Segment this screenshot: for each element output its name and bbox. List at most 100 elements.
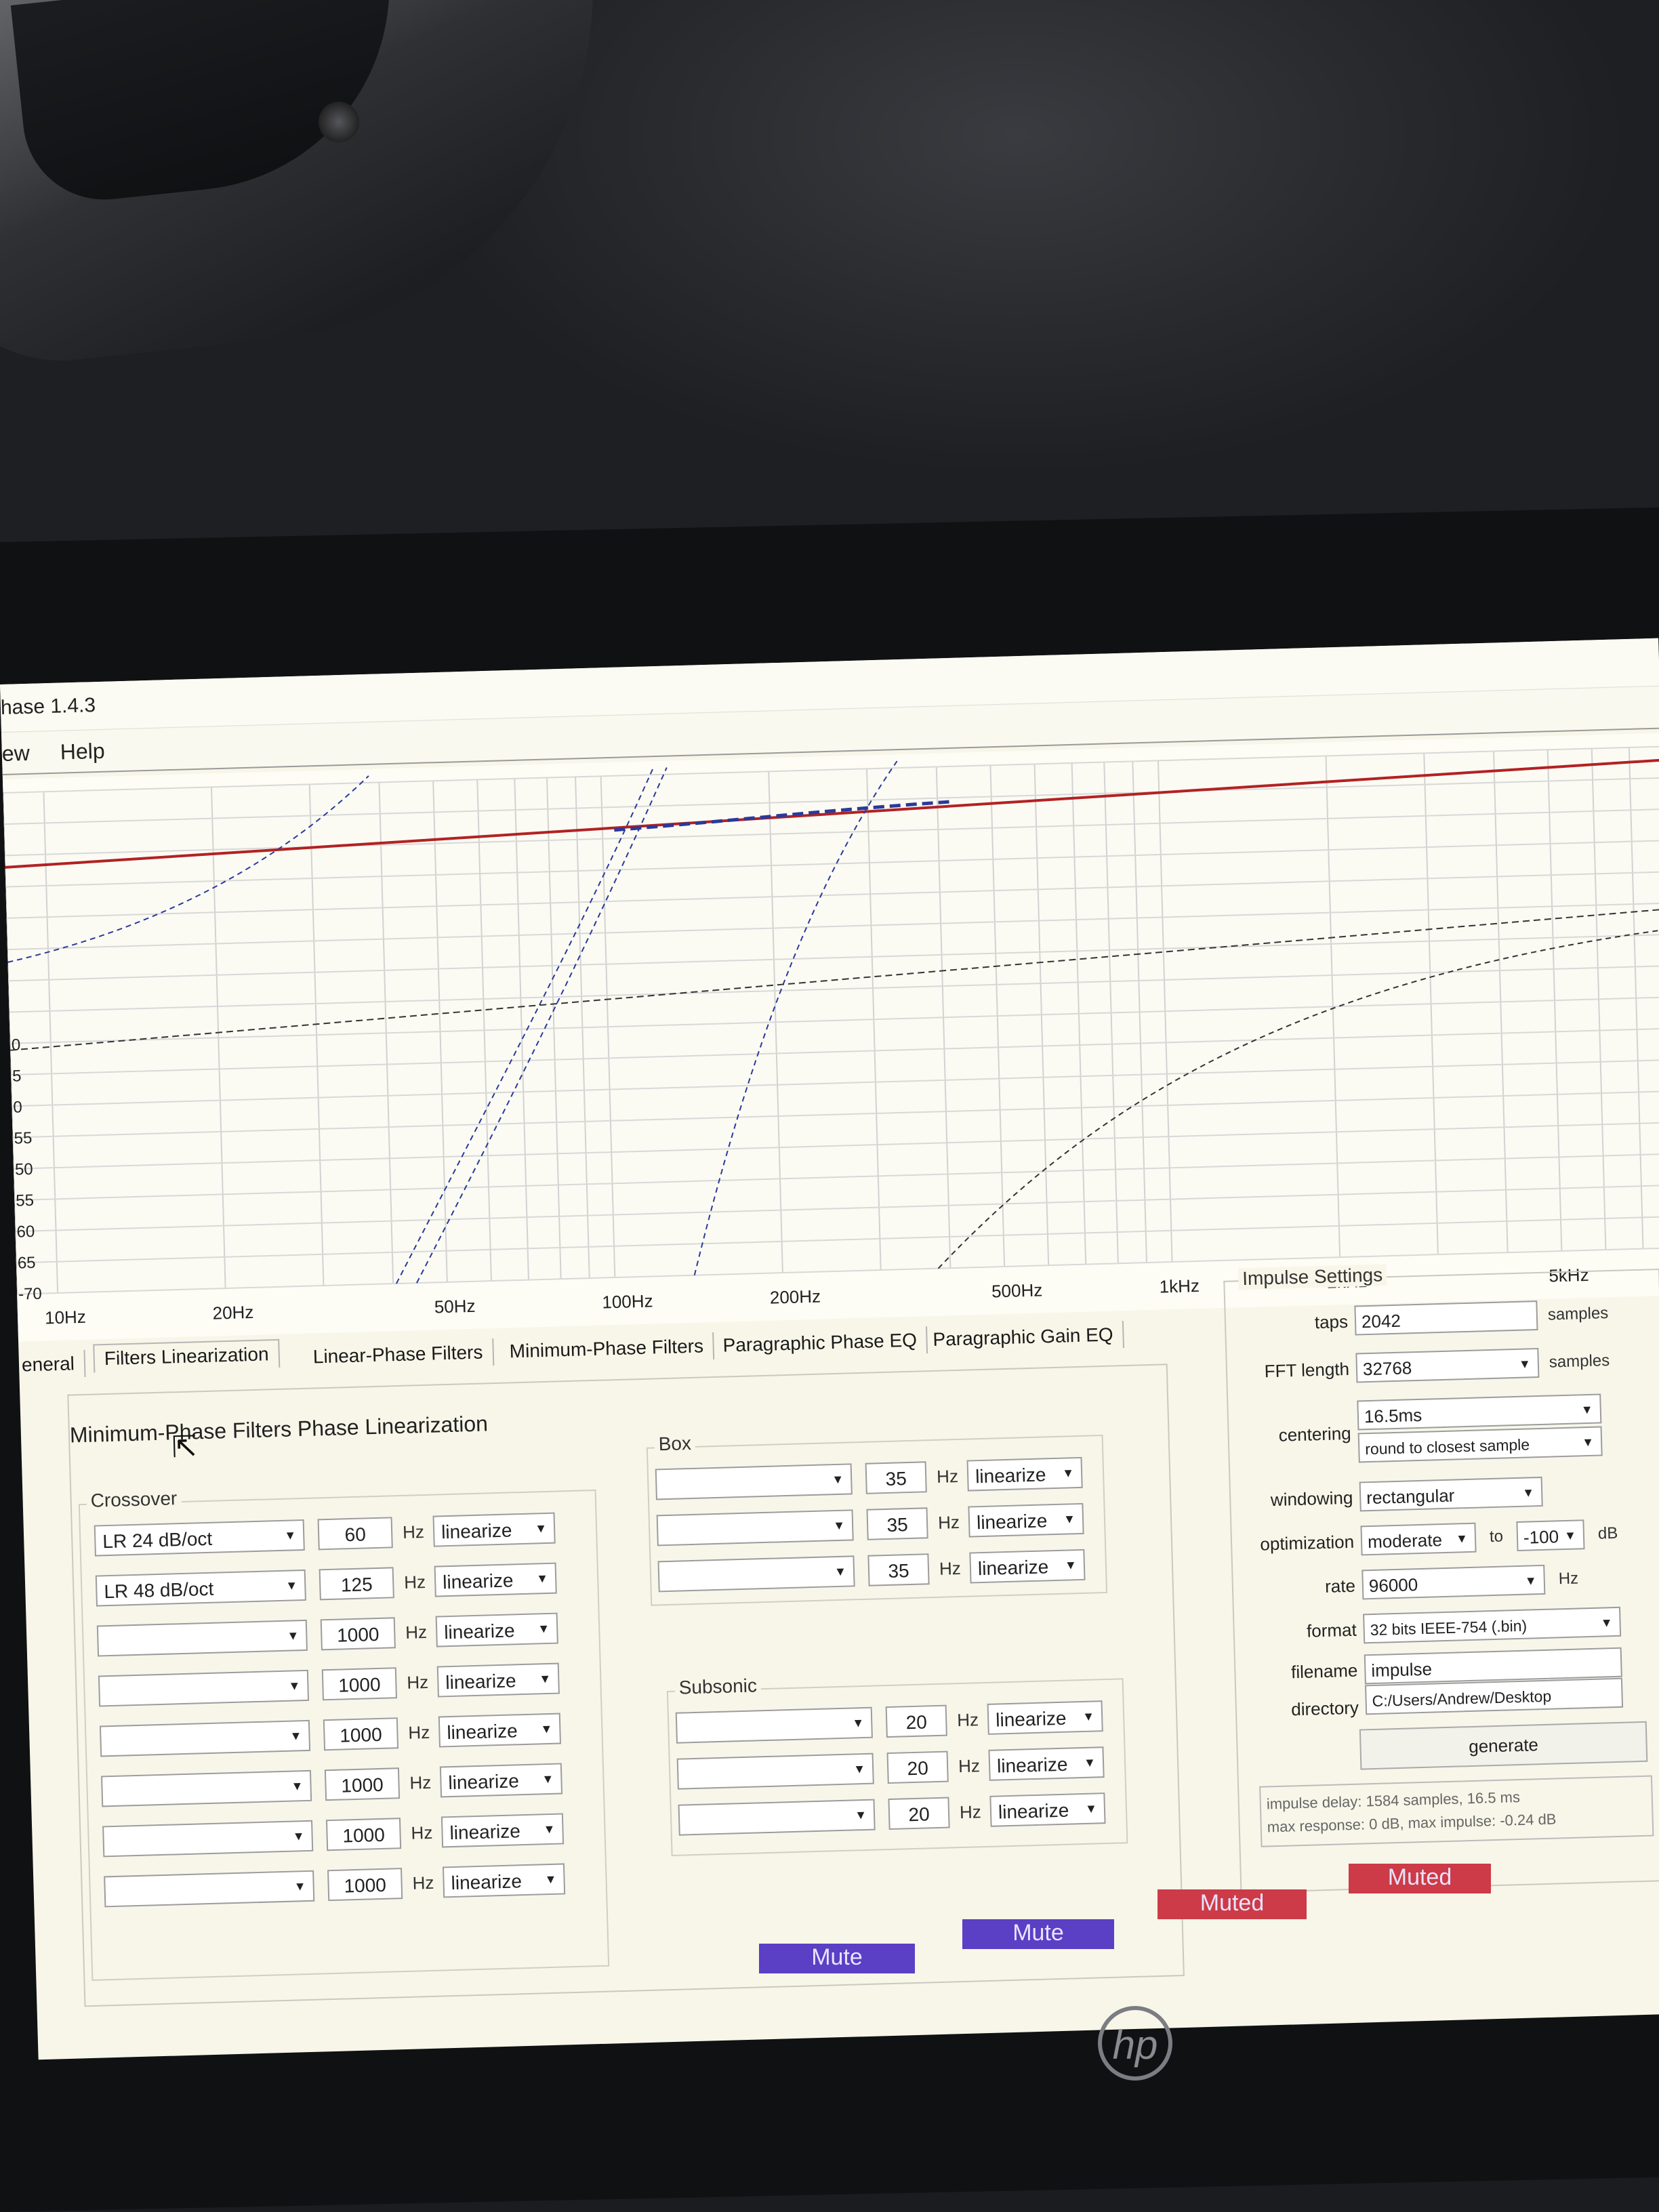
chevron-down-icon: ▼ bbox=[539, 1671, 552, 1686]
crossover-mode-value: linearize bbox=[451, 1870, 523, 1894]
centering-value: 16.5ms bbox=[1364, 1404, 1422, 1427]
crossover-unit-label: Hz bbox=[408, 1721, 430, 1743]
box-mode-select[interactable]: linearize ▼ bbox=[969, 1549, 1086, 1584]
crossover-type-select[interactable]: ▼ bbox=[101, 1769, 312, 1807]
crossover-frequency-input[interactable]: 1000 bbox=[320, 1617, 396, 1651]
chevron-down-icon: ▼ bbox=[544, 1872, 557, 1887]
crossover-mode-select[interactable]: linearize ▼ bbox=[438, 1713, 561, 1748]
tab-general[interactable]: eneral bbox=[12, 1349, 86, 1379]
crossover-mode-value: linearize bbox=[443, 1620, 515, 1643]
tab-filters-linearization[interactable]: Filters Linearization bbox=[93, 1338, 281, 1373]
box-frequency-input[interactable]: 35 bbox=[867, 1553, 930, 1586]
subsonic-type-select[interactable]: ▼ bbox=[678, 1799, 876, 1836]
subsonic-mode-select[interactable]: linearize ▼ bbox=[989, 1793, 1106, 1827]
crossover-mode-select[interactable]: linearize ▼ bbox=[439, 1763, 563, 1798]
box-frequency-input[interactable]: 35 bbox=[865, 1461, 927, 1494]
crossover-unit-label: Hz bbox=[411, 1822, 433, 1843]
crossover-mode-select[interactable]: linearize ▼ bbox=[434, 1562, 557, 1597]
generate-button[interactable]: generate bbox=[1359, 1721, 1648, 1770]
taps-input[interactable]: 2042 bbox=[1354, 1300, 1538, 1336]
box-mode-select[interactable]: linearize ▼ bbox=[966, 1456, 1083, 1492]
subsonic-unit-label: Hz bbox=[956, 1709, 979, 1731]
muted-button-2[interactable]: Muted bbox=[1349, 1864, 1491, 1893]
windowing-select[interactable]: rectangular ▼ bbox=[1359, 1476, 1543, 1512]
mute-button-2[interactable]: Mute bbox=[962, 1919, 1114, 1949]
rate-value: 96000 bbox=[1368, 1574, 1418, 1597]
menu-item-view[interactable]: ew bbox=[1, 741, 30, 766]
x-tick-label: 10Hz bbox=[45, 1307, 87, 1328]
box-mode-value: linearize bbox=[976, 1510, 1048, 1534]
y-tick-label: 55 bbox=[14, 1129, 32, 1148]
crossover-frequency-input[interactable]: 1000 bbox=[323, 1717, 399, 1751]
subsonic-frequency-input[interactable]: 20 bbox=[886, 1750, 949, 1784]
chevron-down-icon: ▼ bbox=[537, 1621, 550, 1636]
crossover-unit-label: Hz bbox=[403, 1571, 426, 1593]
optimization-db-select[interactable]: -100 ▼ bbox=[1516, 1519, 1585, 1551]
crossover-type-select[interactable]: LR 24 dB/oct ▼ bbox=[94, 1519, 305, 1557]
subsonic-frequency-input[interactable]: 20 bbox=[885, 1704, 947, 1738]
chevron-down-icon: ▼ bbox=[288, 1679, 301, 1693]
crossover-frequency-input[interactable]: 1000 bbox=[324, 1767, 401, 1801]
crossover-type-select[interactable]: LR 48 dB/oct ▼ bbox=[95, 1569, 306, 1607]
box-group: Box ▼ 35 Hz linearize ▼ ▼ 35 Hz linearize ▼ ▼ 35 Hz l… bbox=[646, 1432, 1108, 1606]
chevron-down-icon: ▼ bbox=[832, 1472, 844, 1487]
centering-mode-select[interactable]: round to closest sample ▼ bbox=[1357, 1426, 1603, 1463]
subsonic-type-select[interactable]: ▼ bbox=[675, 1706, 873, 1744]
crossover-type-select[interactable]: ▼ bbox=[102, 1820, 314, 1858]
subsonic-type-select[interactable]: ▼ bbox=[676, 1753, 874, 1790]
crossover-type-select[interactable]: ▼ bbox=[96, 1619, 308, 1657]
tab-minimum-phase-filters[interactable]: Minimum-Phase Filters bbox=[499, 1332, 715, 1366]
chevron-down-icon: ▼ bbox=[1600, 1616, 1613, 1630]
subsonic-mode-select[interactable]: linearize ▼ bbox=[988, 1746, 1105, 1781]
tab-paragraphic-phase-eq[interactable]: Paragraphic Phase EQ bbox=[713, 1326, 928, 1359]
crossover-frequency-input[interactable]: 1000 bbox=[327, 1868, 403, 1902]
chevron-down-icon: ▼ bbox=[1581, 1435, 1595, 1450]
subsonic-mode-select[interactable]: linearize ▼ bbox=[987, 1700, 1103, 1735]
crossover-type-select[interactable]: ▼ bbox=[104, 1870, 315, 1908]
optimization-select[interactable]: moderate ▼ bbox=[1360, 1522, 1477, 1556]
subsonic-group: Subsonic ▼ 20 Hz linearize ▼ ▼ 20 Hz linearize ▼ ▼… bbox=[666, 1675, 1128, 1857]
box-frequency-input[interactable]: 35 bbox=[866, 1507, 928, 1540]
crossover-mode-select[interactable]: linearize ▼ bbox=[435, 1612, 558, 1647]
crossover-row: ▼ 1000 Hz linearize ▼ bbox=[85, 1662, 600, 1710]
fft-length-label: FFT length bbox=[1264, 1358, 1350, 1382]
crossover-frequency-input[interactable]: 1000 bbox=[321, 1667, 398, 1701]
subsonic-unit-label: Hz bbox=[958, 1755, 981, 1777]
optimization-label: optimization bbox=[1259, 1531, 1355, 1555]
status-box: impulse delay: 1584 samples, 16.5 ms max… bbox=[1259, 1775, 1654, 1847]
subsonic-frequency-input[interactable]: 20 bbox=[888, 1797, 950, 1830]
crossover-mode-select[interactable]: linearize ▼ bbox=[441, 1813, 565, 1848]
crossover-row: ▼ 1000 Hz linearize ▼ bbox=[90, 1862, 606, 1910]
fft-length-select[interactable]: 32768 ▼ bbox=[1355, 1347, 1540, 1383]
subsonic-label: Subsonic bbox=[674, 1675, 762, 1699]
format-select[interactable]: 32 bits IEEE-754 (.bin) ▼ bbox=[1363, 1606, 1622, 1644]
box-mode-select[interactable]: linearize ▼ bbox=[968, 1502, 1084, 1538]
box-type-select[interactable]: ▼ bbox=[657, 1555, 855, 1593]
directory-label: directory bbox=[1290, 1697, 1359, 1720]
tab-paragraphic-gain-eq[interactable]: Paragraphic Gain EQ bbox=[922, 1321, 1125, 1354]
chevron-down-icon: ▼ bbox=[543, 1822, 556, 1837]
box-type-select[interactable]: ▼ bbox=[656, 1509, 854, 1547]
box-type-select[interactable]: ▼ bbox=[655, 1463, 853, 1500]
crossover-frequency-input[interactable]: 1000 bbox=[325, 1818, 402, 1851]
rate-select[interactable]: 96000 ▼ bbox=[1361, 1564, 1546, 1600]
directory-input[interactable]: C:/Users/Andrew/Desktop bbox=[1365, 1677, 1624, 1715]
muted-button-1[interactable]: Muted bbox=[1158, 1889, 1307, 1919]
crossover-type-select[interactable]: ▼ bbox=[99, 1719, 311, 1757]
crossover-mode-select[interactable]: linearize ▼ bbox=[442, 1863, 566, 1898]
door-handle-recess bbox=[10, 0, 410, 208]
crossover-type-select[interactable]: ▼ bbox=[98, 1669, 310, 1707]
tab-linear-phase-filters[interactable]: Linear-Phase Filters bbox=[303, 1338, 494, 1371]
crossover-mode-select[interactable]: linearize ▼ bbox=[436, 1662, 560, 1698]
y-tick-label: 50 bbox=[15, 1160, 33, 1179]
mute-button-1[interactable]: Mute bbox=[759, 1944, 915, 1973]
centering-value-select[interactable]: 16.5ms ▼ bbox=[1357, 1393, 1602, 1431]
crossover-frequency-input[interactable]: 125 bbox=[319, 1567, 394, 1601]
crossover-frequency-input[interactable]: 60 bbox=[317, 1517, 393, 1551]
menu-item-help[interactable]: Help bbox=[60, 739, 105, 765]
crossover-mode-select[interactable]: linearize ▼ bbox=[432, 1512, 556, 1547]
format-value: 32 bits IEEE-754 (.bin) bbox=[1370, 1616, 1528, 1639]
centering-label: centering bbox=[1278, 1422, 1352, 1446]
crossover-type-value: LR 24 dB/oct bbox=[102, 1528, 213, 1553]
box-unit-label: Hz bbox=[937, 1511, 960, 1533]
